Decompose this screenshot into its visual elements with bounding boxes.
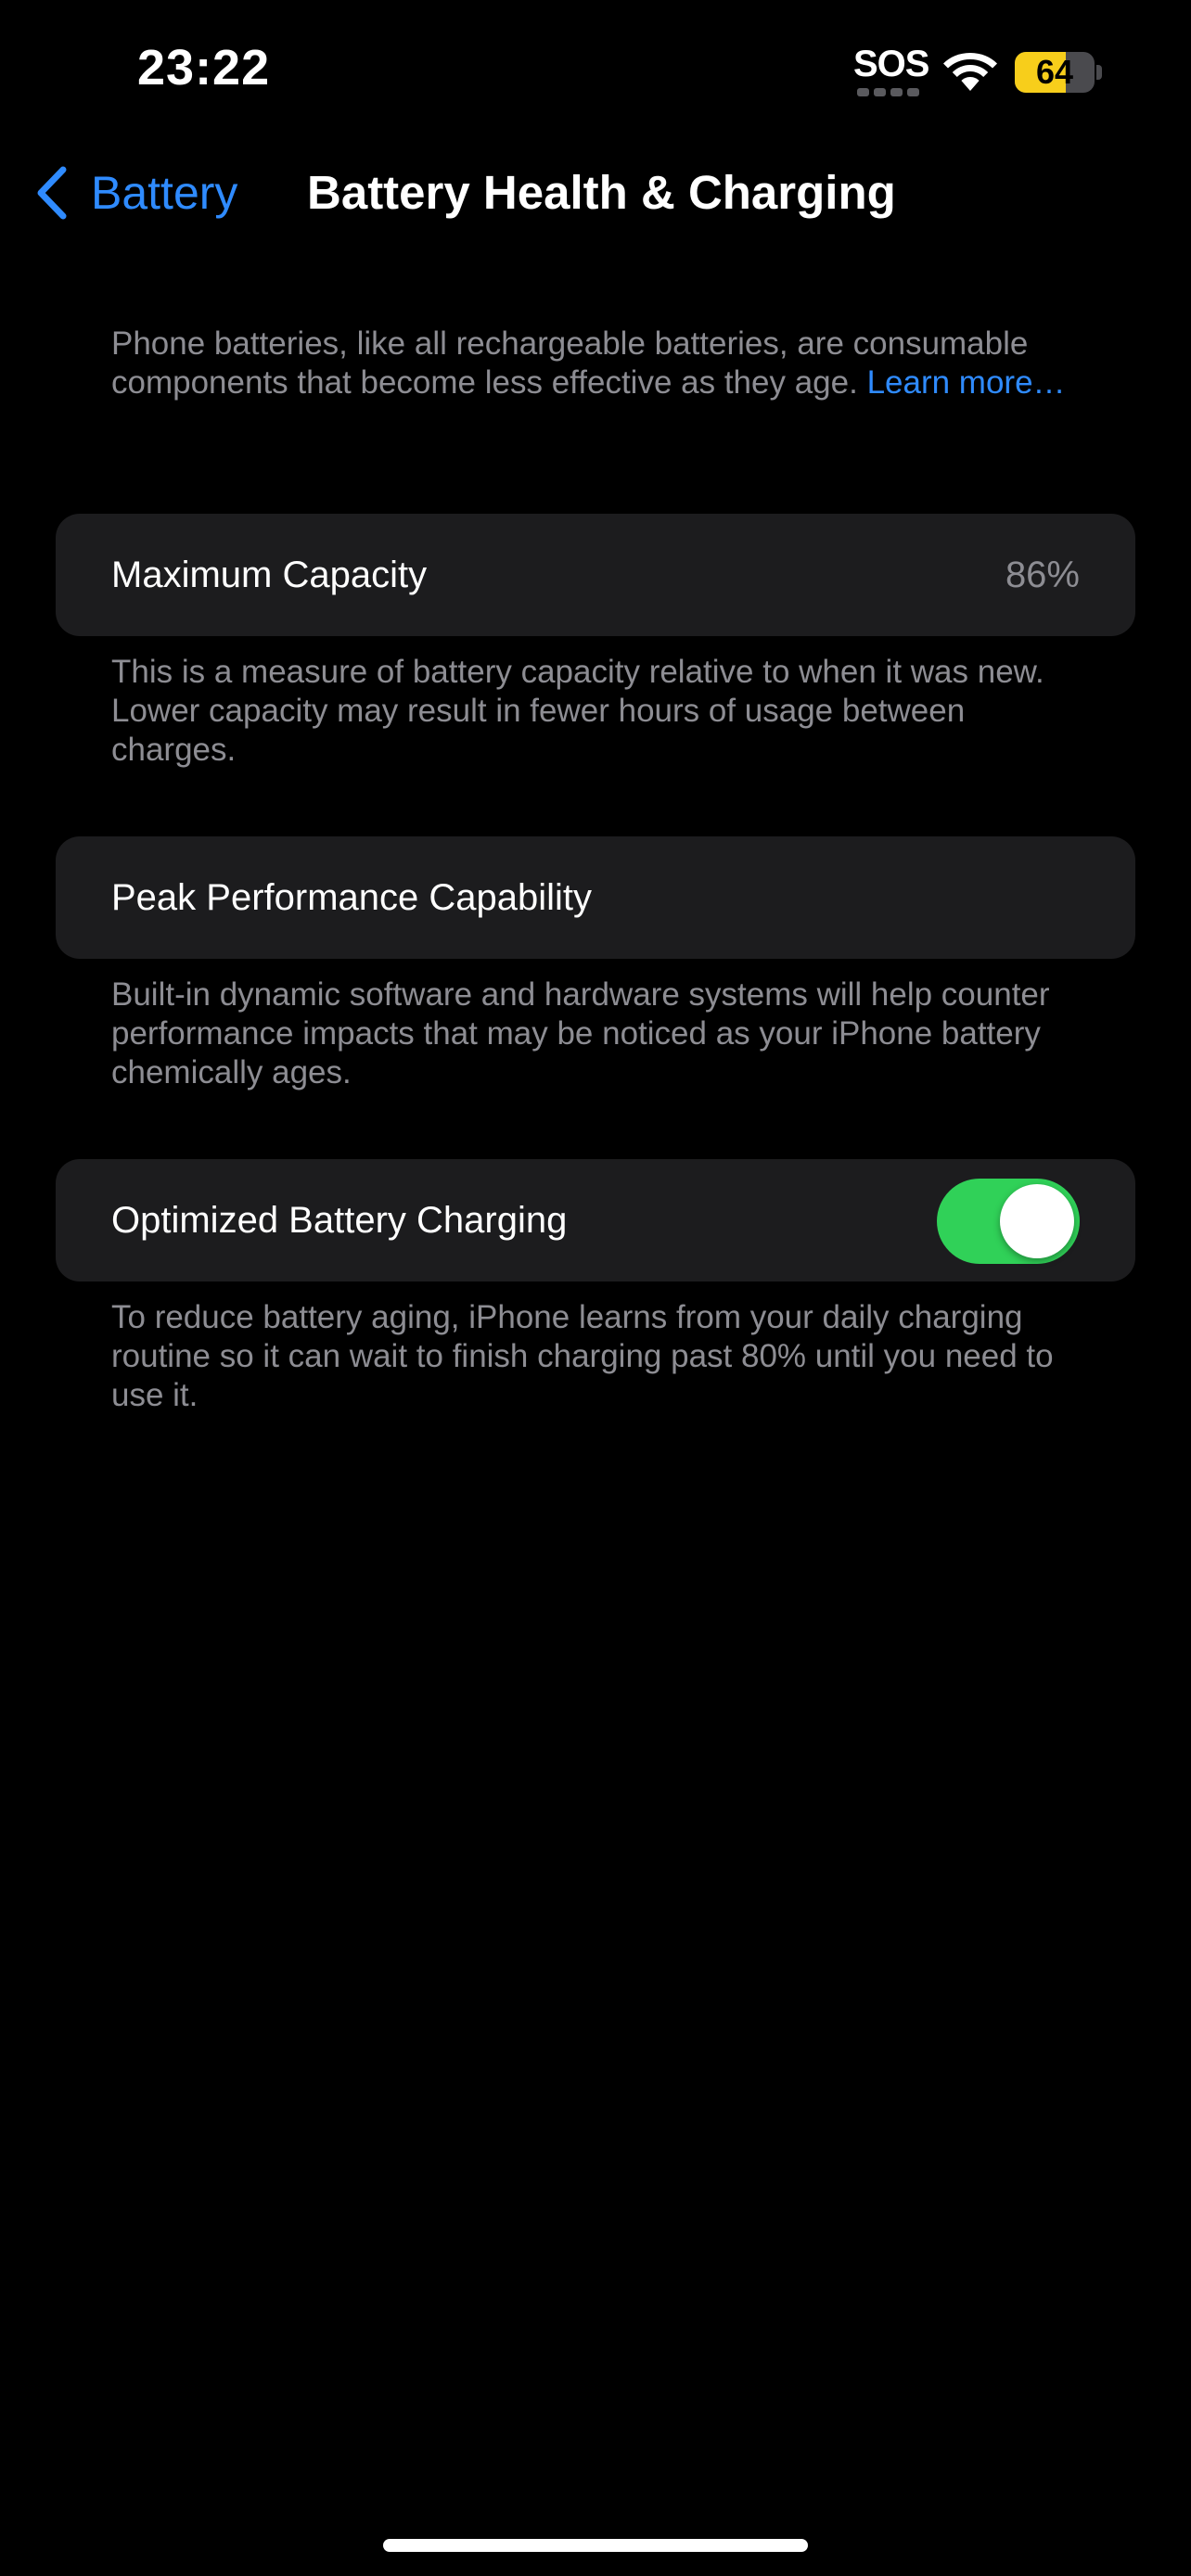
peak-performance-label: Peak Performance Capability	[111, 877, 593, 918]
navigation-bar: Battery Battery Health & Charging	[0, 148, 1191, 237]
signal-dots-icon	[857, 88, 924, 96]
learn-more-link[interactable]: Learn more…	[867, 364, 1066, 401]
maximum-capacity-value: 86%	[1005, 555, 1080, 595]
wifi-icon	[943, 53, 997, 91]
maximum-capacity-cell: Maximum Capacity 86%	[56, 514, 1135, 636]
peak-performance-cell[interactable]: Peak Performance Capability	[56, 836, 1135, 959]
optimized-charging-footnote: To reduce battery aging, iPhone learns f…	[111, 1299, 1054, 1413]
battery-icon: 64	[1015, 52, 1102, 93]
sos-indicator: SOS	[853, 44, 929, 101]
sos-label: SOS	[853, 44, 929, 84]
optimized-charging-cell: Optimized Battery Charging	[56, 1159, 1135, 1282]
maximum-capacity-label: Maximum Capacity	[111, 555, 428, 595]
battery-health-screen: 23:22 SOS 64 Battery Battery Health & Ch…	[0, 0, 1191, 2576]
back-button[interactable]: Battery	[33, 148, 237, 237]
status-bar: 23:22 SOS 64	[0, 0, 1191, 139]
page-title: Battery Health & Charging	[307, 166, 896, 219]
optimized-charging-toggle[interactable]	[937, 1179, 1080, 1264]
intro-text: Phone batteries, like all rechargeable b…	[111, 325, 1095, 402]
chevron-left-icon	[37, 166, 67, 220]
toggle-knob	[1000, 1184, 1074, 1258]
maximum-capacity-footnote: This is a measure of battery capacity re…	[111, 654, 1044, 768]
optimized-charging-label: Optimized Battery Charging	[111, 1200, 568, 1241]
peak-performance-footnote: Built-in dynamic software and hardware s…	[111, 976, 1050, 1090]
back-label: Battery	[91, 167, 238, 219]
home-indicator[interactable]	[383, 2539, 808, 2552]
status-time: 23:22	[137, 40, 271, 96]
status-icons: SOS 64	[853, 44, 1102, 101]
battery-level: 64	[1035, 53, 1074, 91]
